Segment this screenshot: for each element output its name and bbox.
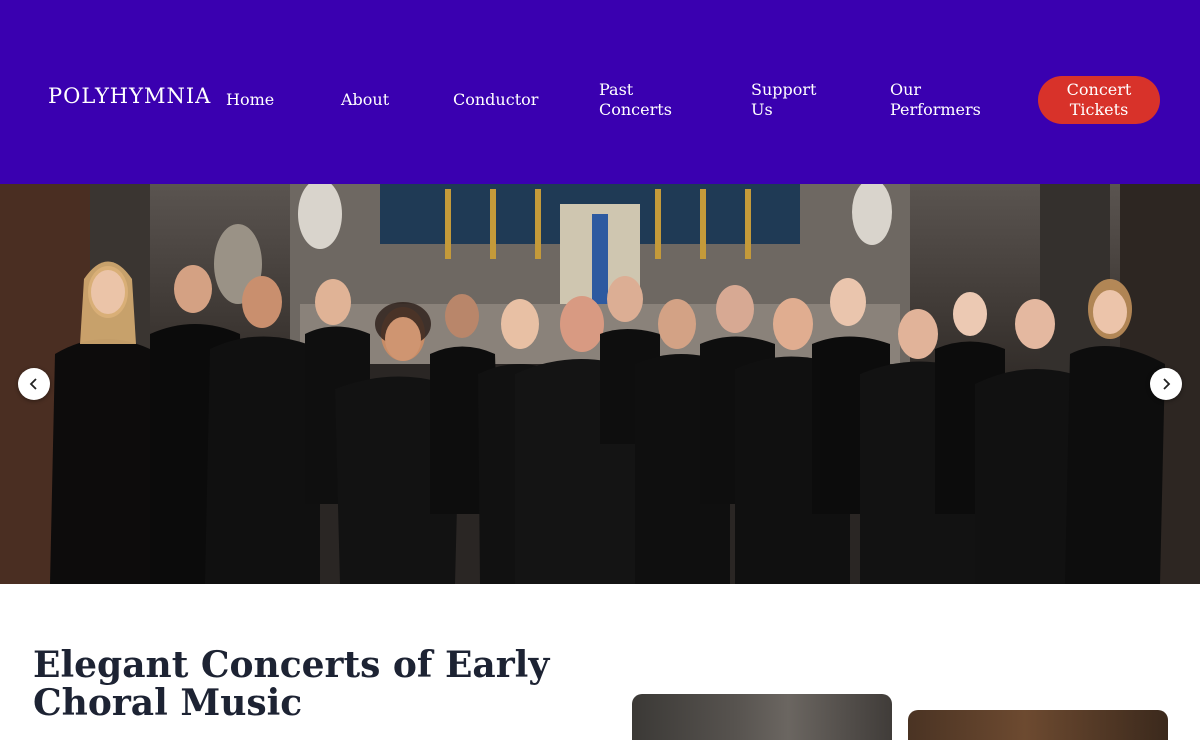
nav-past-concerts[interactable]: Past Concerts — [599, 80, 672, 120]
site-logo[interactable]: POLYHYMNIA — [48, 84, 211, 108]
feature-image-2 — [908, 710, 1168, 740]
nav-home[interactable]: Home — [226, 90, 274, 110]
page-headline: Elegant Concerts of Early Choral Music — [33, 644, 550, 724]
carousel-prev-button[interactable] — [18, 368, 50, 400]
feature-image-1 — [632, 694, 892, 740]
chevron-right-icon — [1163, 378, 1171, 390]
chevron-left-icon — [29, 378, 37, 390]
nav-conductor[interactable]: Conductor — [453, 90, 538, 110]
nav-our-performers[interactable]: Our Performers — [890, 80, 981, 120]
choir-photo — [0, 184, 1200, 584]
nav-about[interactable]: About — [341, 90, 389, 110]
site-header: POLYHYMNIA Home About Conductor Past Con… — [0, 0, 1200, 184]
carousel-next-button[interactable] — [1150, 368, 1182, 400]
nav-support-us[interactable]: Support Us — [751, 80, 816, 120]
hero-carousel — [0, 184, 1200, 584]
concert-tickets-button[interactable]: Concert Tickets — [1038, 76, 1160, 124]
